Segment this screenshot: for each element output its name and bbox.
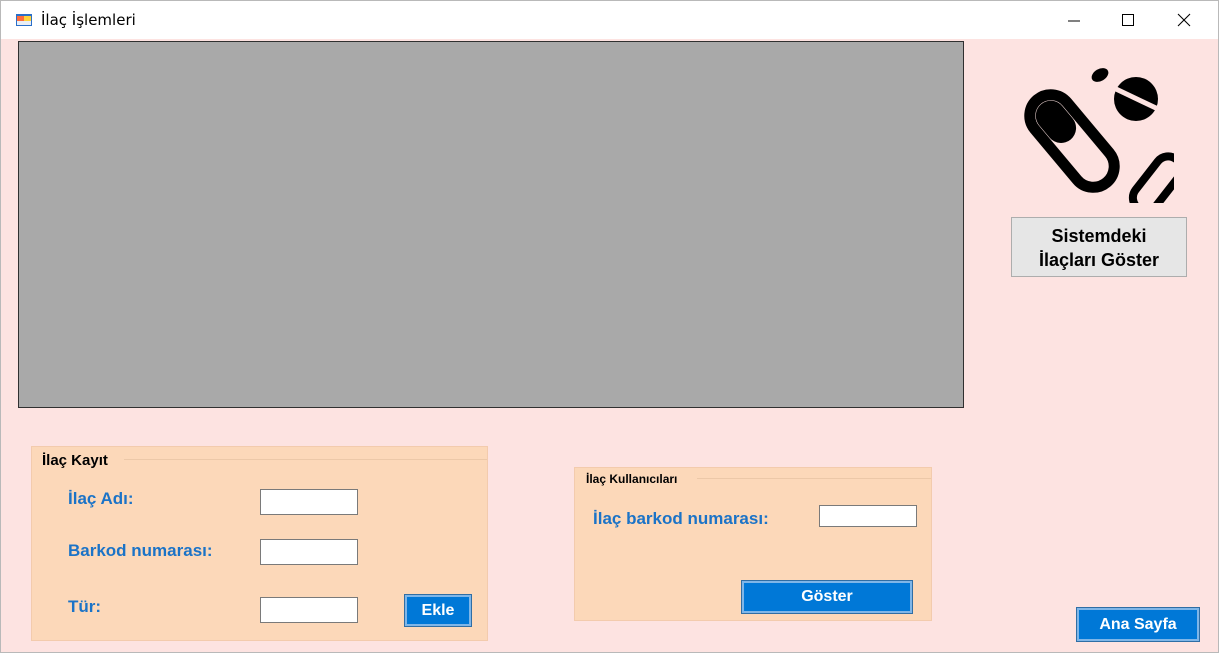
app-form-icon [16, 14, 32, 26]
drug-name-label: İlaç Adı: [68, 489, 134, 508]
type-input[interactable] [260, 597, 358, 623]
pills-icon [1024, 68, 1174, 203]
title-bar[interactable]: İlaç İşlemleri [1, 1, 1218, 39]
close-icon [1177, 13, 1191, 27]
barcode-label: Barkod numarası: [68, 541, 213, 560]
close-button[interactable] [1161, 1, 1207, 39]
app-window: İlaç İşlemleri Sistemdeki İlaçları Göste… [0, 0, 1219, 653]
add-button[interactable]: Ekle [404, 594, 472, 627]
drug-barcode-label: İlaç barkod numarası: [593, 509, 769, 528]
show-users-button[interactable]: Göster [741, 580, 913, 614]
drug-register-group: İlaç Kayıt İlaç Adı: Barkod numarası: Tü… [31, 446, 488, 641]
show-drugs-line1: Sistemdeki [1051, 226, 1147, 246]
drug-users-title: İlaç Kullanıcıları [586, 472, 678, 486]
window-title: İlaç İşlemleri [41, 11, 136, 29]
drug-register-title: İlaç Kayıt [42, 452, 108, 469]
drug-barcode-input[interactable] [819, 505, 917, 527]
drug-name-input[interactable] [260, 489, 358, 515]
show-drugs-button[interactable]: Sistemdeki İlaçları Göster [1011, 217, 1187, 277]
minimize-button[interactable] [1051, 1, 1097, 39]
maximize-button[interactable] [1105, 1, 1151, 39]
maximize-icon [1122, 14, 1134, 26]
group-divider [697, 478, 931, 479]
group-divider [124, 459, 487, 460]
show-drugs-line2: İlaçları Göster [1038, 250, 1160, 270]
drug-users-group: İlaç Kullanıcıları İlaç barkod numarası:… [574, 467, 932, 621]
barcode-input[interactable] [260, 539, 358, 565]
minimize-icon [1068, 20, 1080, 22]
drug-data-grid[interactable] [18, 41, 964, 408]
type-label: Tür: [68, 597, 102, 616]
home-page-button[interactable]: Ana Sayfa [1076, 607, 1200, 642]
